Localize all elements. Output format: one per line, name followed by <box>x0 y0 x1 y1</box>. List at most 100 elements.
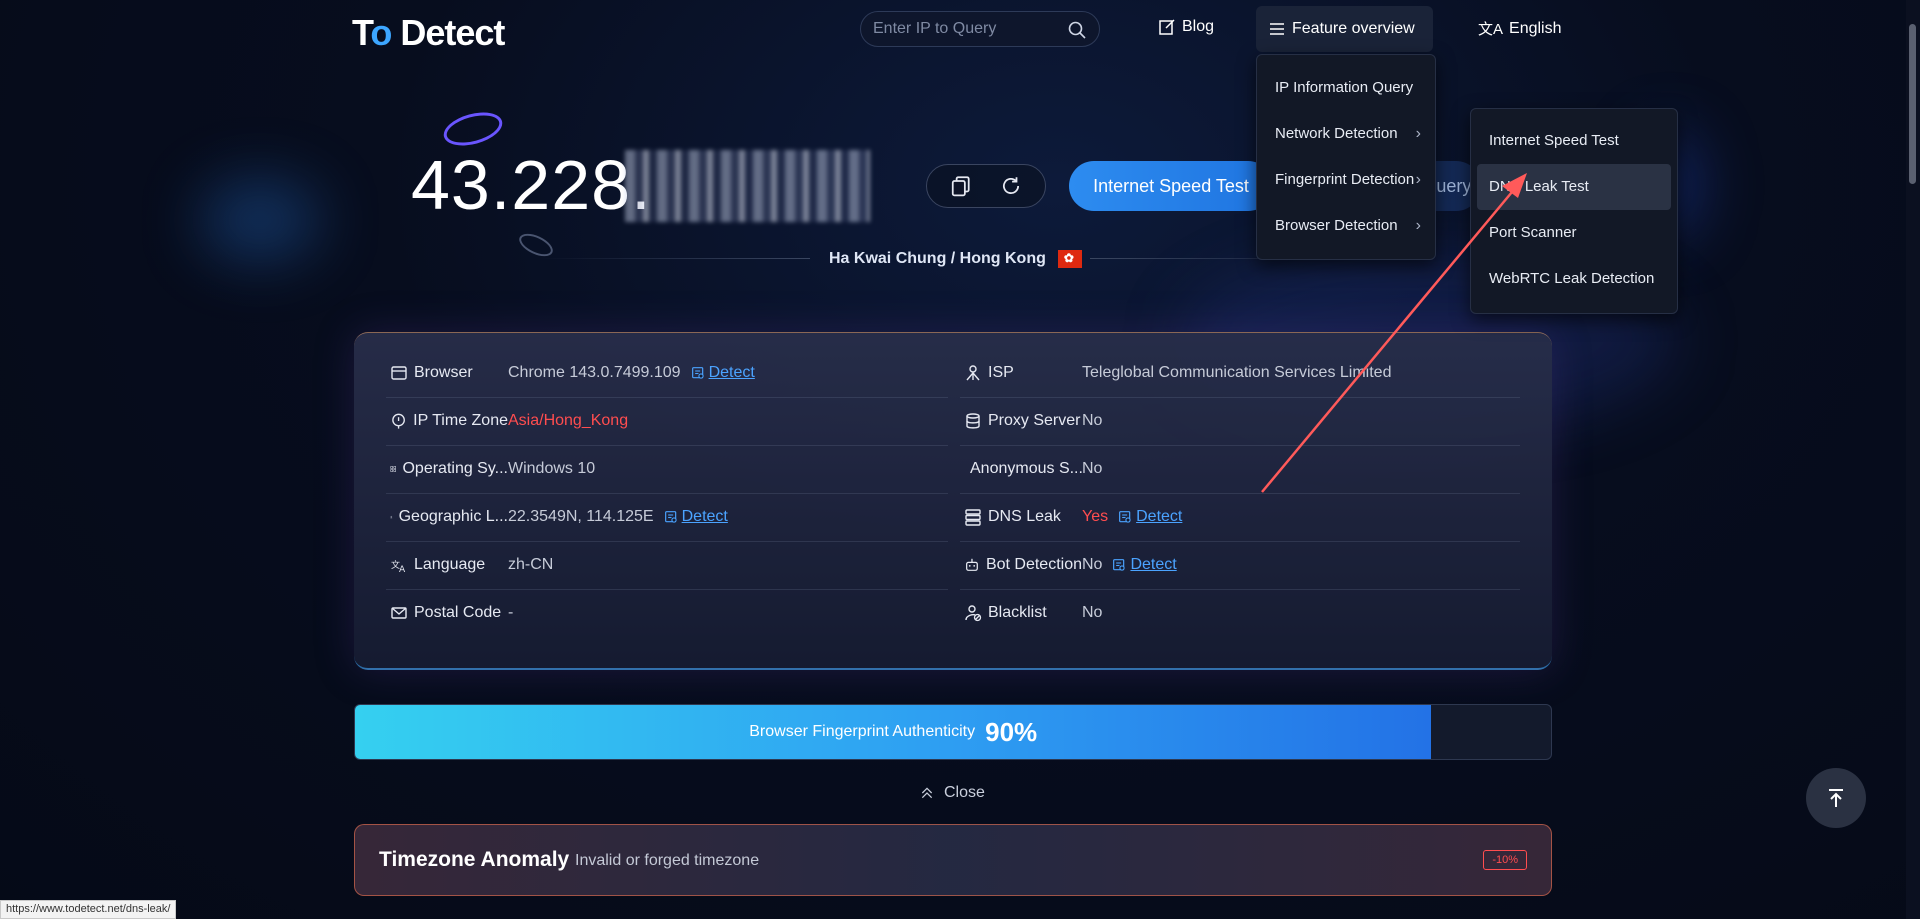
detect-link-label: Detect <box>681 508 728 525</box>
detect-link-label: Detect <box>1136 508 1183 525</box>
info-label-text: Blacklist <box>988 604 1047 621</box>
feature-menu-item[interactable]: IP Information Query <box>1257 65 1435 111</box>
detect-link[interactable]: Detect <box>664 508 728 526</box>
search-icon[interactable] <box>1067 20 1087 40</box>
ip-search-box <box>860 11 1100 47</box>
info-row-value: No <box>1082 412 1102 430</box>
info-row: Geographic L... 22.3549N, 114.125E Detect <box>390 493 728 541</box>
ip-masked-blur <box>625 150 870 222</box>
site-logo[interactable]: To Detect <box>352 12 505 54</box>
info-value-text: No <box>1082 412 1103 429</box>
info-value-text: No <box>1082 460 1103 477</box>
nav-blog[interactable]: Blog <box>1158 18 1214 36</box>
feature-menu-item[interactable]: Network Detection › <box>1257 111 1435 157</box>
scrollbar-thumb[interactable] <box>1909 24 1916 184</box>
timezone-anomaly-card[interactable]: Timezone Anomaly Invalid or forged timez… <box>354 824 1552 896</box>
feature-menu-item-label: Network Detection <box>1275 125 1398 142</box>
chevron-right-icon: › <box>1415 217 1421 234</box>
info-row: IP Time Zone Asia/Hong_Kong <box>390 397 628 445</box>
refresh-icon[interactable] <box>1000 175 1022 197</box>
decorative-ring <box>515 229 557 261</box>
translate-icon: 文A <box>391 559 406 574</box>
info-row: Proxy Server No <box>964 397 1102 445</box>
svg-text:A: A <box>399 565 406 574</box>
chevron-right-icon: › <box>1415 125 1421 142</box>
close-label: Close <box>944 784 985 801</box>
user-block-icon <box>965 605 982 622</box>
network-submenu-item[interactable]: Internet Speed Test <box>1477 118 1671 164</box>
network-submenu-item[interactable]: WebRTC Leak Detection <box>1477 256 1671 302</box>
info-value-text: Yes <box>1082 508 1109 525</box>
info-row-value: - <box>508 604 513 622</box>
info-row-label: DNS Leak <box>964 508 1082 526</box>
info-row-value: Asia/Hong_Kong <box>508 412 628 430</box>
network-submenu-item-label: DNS Leak Test <box>1489 178 1589 195</box>
info-row-label: Anonymous S... <box>964 460 1082 478</box>
info-label-text: DNS Leak <box>988 508 1061 525</box>
detect-icon <box>664 510 677 523</box>
network-submenu-item-label: Internet Speed Test <box>1489 132 1619 149</box>
anomaly-description: Invalid or forged timezone <box>575 852 760 869</box>
network-submenu-item[interactable]: DNS Leak Test <box>1477 164 1671 210</box>
translate-icon: 文A <box>1478 21 1504 38</box>
feature-overview-menu: IP Information Query Network Detection › Fi… <box>1256 54 1436 260</box>
info-row-value: Windows 10 <box>508 460 595 478</box>
network-detection-submenu: Internet Speed Test DNS Leak Test Port Sca… <box>1470 108 1678 314</box>
info-value-text: Asia/Hong_Kong <box>508 412 629 429</box>
detect-link[interactable]: Detect <box>1112 556 1177 574</box>
internet-speed-test-button[interactable]: Internet Speed Test <box>1069 161 1273 211</box>
network-submenu-item[interactable]: Port Scanner <box>1477 210 1671 256</box>
nav-feature-label: Feature overview <box>1292 20 1415 37</box>
info-row: Blacklist No <box>964 589 1102 637</box>
info-label-text: Browser <box>414 364 473 381</box>
location-pin-icon <box>392 413 405 429</box>
info-row: Operating Sy... Windows 10 <box>390 445 595 493</box>
ip-search-input[interactable] <box>873 20 1063 38</box>
info-value-text: 22.3549N, 114.125E <box>508 508 654 525</box>
info-row: Anonymous S... No <box>964 445 1102 493</box>
language-label: English <box>1509 19 1562 37</box>
ip-actions <box>926 164 1046 208</box>
feature-menu-item[interactable]: Fingerprint Detection › <box>1257 157 1435 203</box>
feature-menu-item-label: IP Information Query <box>1275 79 1414 96</box>
info-row: Browser Chrome 143.0.7499.109 Detect <box>390 349 755 397</box>
info-row-label: Blacklist <box>964 604 1082 622</box>
user-network-icon <box>966 365 980 381</box>
detect-link[interactable]: Detect <box>691 364 755 382</box>
feature-menu-item[interactable]: Browser Detection › <box>1257 203 1435 249</box>
logo-text-accent: o <box>370 12 392 53</box>
info-value-text: Windows 10 <box>508 460 596 477</box>
ip-address: 43.228. <box>411 146 652 224</box>
status-bar-url: https://www.todetect.net/dns-leak/ <box>0 900 177 919</box>
detect-link[interactable]: Detect <box>1118 508 1182 526</box>
fingerprint-authenticity-bar: Browser Fingerprint Authenticity 90% <box>354 704 1552 760</box>
info-row-label: Postal Code <box>390 604 508 622</box>
info-value-text: - <box>508 604 514 621</box>
info-label-text: IP Time Zone <box>413 412 508 429</box>
language-selector[interactable]: 文A English <box>1478 18 1562 39</box>
info-value-text: Teleglobal Communication Services Limite… <box>1082 364 1392 381</box>
info-row-value: No <box>1082 604 1102 622</box>
location-label: Ha Kwai Chung / Hong Kong <box>829 250 1082 268</box>
info-row-value: Yes Detect <box>1082 508 1182 526</box>
info-label-text: Language <box>414 556 486 573</box>
server-icon <box>965 509 981 526</box>
close-toggle[interactable]: Close <box>920 784 985 802</box>
info-row-label: IP Time Zone <box>390 412 508 430</box>
info-row-label: 文 A Language <box>390 556 508 574</box>
detect-icon <box>1113 558 1126 571</box>
nav-feature-overview[interactable]: Feature overview <box>1256 6 1433 52</box>
fingerprint-authenticity-fill: Browser Fingerprint Authenticity 90% <box>355 705 1432 759</box>
page-scrollbar[interactable] <box>1906 0 1920 919</box>
menu-icon <box>1270 23 1284 35</box>
detect-icon <box>691 366 704 379</box>
back-to-top-button[interactable] <box>1806 768 1866 828</box>
info-label-text: Proxy Server <box>988 412 1081 429</box>
info-label-text: Bot Detection <box>985 556 1082 573</box>
info-row-label: ISP <box>964 364 1082 382</box>
fingerprint-label: Browser Fingerprint Authenticity <box>749 723 976 740</box>
nav-blog-label: Blog <box>1182 18 1215 35</box>
copy-icon[interactable] <box>950 175 972 197</box>
info-row-value: No <box>1082 460 1102 478</box>
fingerprint-value: 90% <box>985 716 1038 747</box>
